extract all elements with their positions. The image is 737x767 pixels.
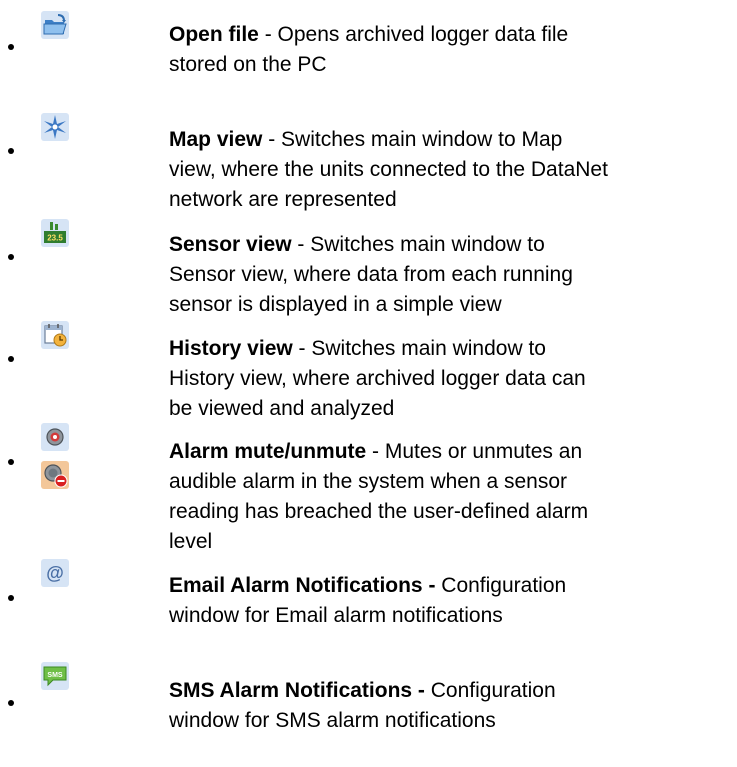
item-description: Configuration — [424, 679, 556, 702]
item-title: Alarm mute/unmute — [169, 440, 367, 463]
item-description: - Switches main window to — [291, 233, 545, 256]
sensor-reading-icon: 23.5 — [40, 218, 70, 248]
item-text: Open file - Opens archived logger data f… — [169, 20, 729, 80]
item-description-line: sensor is displayed in a simple view — [169, 293, 502, 316]
item-description: - Switches main window to Map — [262, 128, 563, 151]
item-text: History view - Switches main window to H… — [169, 334, 729, 424]
bullet — [8, 148, 14, 154]
email-at-icon: @ — [40, 558, 70, 588]
svg-text:@: @ — [46, 563, 64, 583]
item-description-line: reading has breached the user-defined al… — [169, 500, 589, 523]
item-description-line: Sensor view, where data from each runnin… — [169, 263, 573, 286]
map-star-icon — [40, 112, 70, 142]
item-text: Sensor view - Switches main window to Se… — [169, 230, 729, 320]
item-title: Email Alarm Notifications - — [169, 574, 436, 597]
item-text: Email Alarm Notifications - Configuratio… — [169, 571, 729, 631]
item-title: Open file — [169, 23, 259, 46]
calendar-clock-icon — [40, 320, 70, 350]
icon-caption: 23.5 — [47, 234, 63, 243]
item-description-line: be viewed and analyzed — [169, 397, 395, 420]
item-description: Configuration — [435, 574, 567, 597]
bullet — [8, 700, 14, 706]
item-description-line: view, where the units connected to the D… — [169, 158, 608, 181]
item-description: - Mutes or unmutes an — [366, 440, 583, 463]
item-title: Sensor view — [169, 233, 292, 256]
item-description-line: stored on the PC — [169, 53, 327, 76]
alarm-muted-icon — [40, 460, 70, 490]
item-description: - Switches main window to — [292, 337, 546, 360]
item-description-line: History view, where archived logger data… — [169, 367, 586, 390]
item-description-line: level — [169, 530, 213, 553]
bullet — [8, 595, 14, 601]
item-description-line: window for Email alarm notifications — [169, 604, 503, 627]
item-title: Map view — [169, 128, 263, 151]
item-title: SMS Alarm Notifications - — [169, 679, 425, 702]
alarm-icon — [40, 422, 70, 452]
item-description: - Opens archived logger data file — [258, 23, 569, 46]
item-description-line: network are represented — [169, 188, 397, 211]
item-description-line: audible alarm in the system when a senso… — [169, 470, 568, 493]
open-folder-icon — [40, 10, 70, 40]
icon-caption: SMS — [47, 672, 63, 679]
bullet — [8, 459, 14, 465]
bullet — [8, 44, 14, 50]
bullet — [8, 254, 14, 260]
sms-bubble-icon: SMS — [40, 661, 70, 691]
bullet — [8, 356, 14, 362]
item-description-line: window for SMS alarm notifications — [169, 709, 496, 732]
item-text: SMS Alarm Notifications - Configuration … — [169, 676, 729, 736]
item-text: Alarm mute/unmute - Mutes or unmutes an … — [169, 437, 729, 557]
item-title: History view — [169, 337, 293, 360]
item-text: Map view - Switches main window to Map v… — [169, 125, 729, 215]
